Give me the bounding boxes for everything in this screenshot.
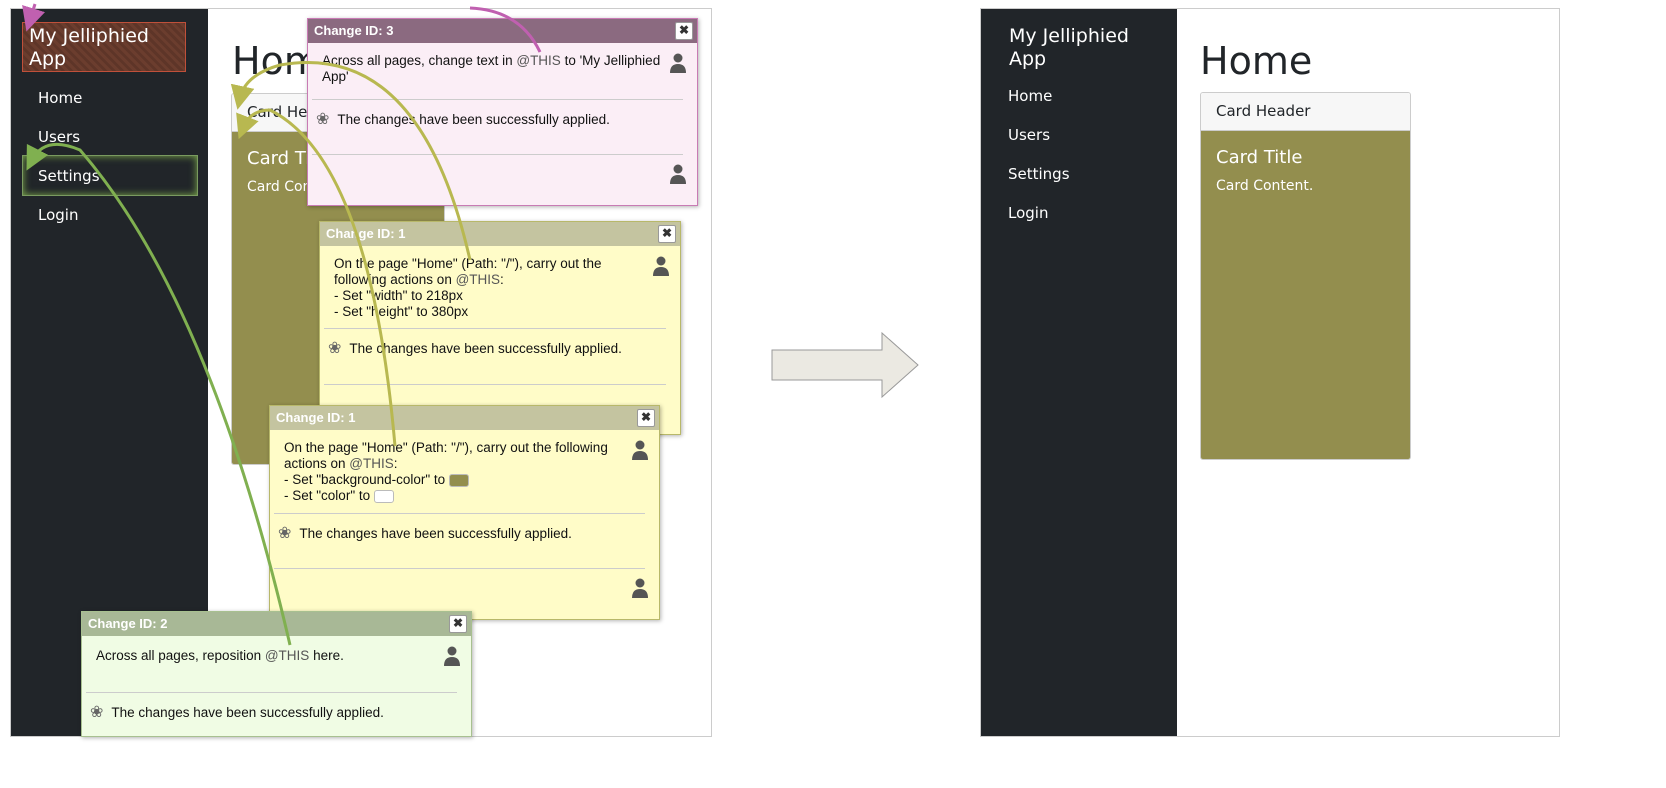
change-message: Across all pages, reposition @THIS here. (96, 648, 344, 663)
status-text: The changes have been successfully appli… (111, 704, 384, 720)
nav-home[interactable]: Home (38, 89, 82, 107)
nav-login[interactable]: Login (38, 206, 78, 224)
sidebar: My Jelliphied App Home Users Settings Lo… (981, 9, 1177, 736)
nav-settings[interactable]: Settings (38, 167, 100, 185)
nav-login[interactable]: Login (1008, 204, 1048, 222)
card-content: Card Content. (1216, 178, 1314, 194)
brand[interactable]: My Jelliphied App (22, 22, 186, 72)
lotus-icon: ❀ (90, 704, 104, 721)
change-message: Across all pages, change text in @THIS t… (322, 53, 661, 84)
user-icon (444, 646, 460, 666)
status-text: The changes have been successfully appli… (349, 340, 622, 356)
lotus-icon: ❀ (328, 340, 342, 357)
lotus-icon: ❀ (278, 525, 292, 542)
status-text: The changes have been successfully appli… (299, 525, 572, 541)
change-id: Change ID: 1 (276, 410, 356, 425)
change-popup-1-size: Change ID: 1 ✖ On the page "Home" (Path: … (319, 221, 681, 435)
close-icon[interactable]: ✖ (675, 22, 693, 40)
change-message: On the page "Home" (Path: "/"), carry ou… (284, 440, 608, 503)
close-icon[interactable]: ✖ (637, 409, 655, 427)
nav-settings[interactable]: Settings (1008, 165, 1070, 183)
user-icon (632, 578, 648, 598)
user-icon (653, 256, 669, 276)
user-icon (670, 53, 686, 73)
card-header: Card Header (1201, 93, 1410, 131)
change-popup-2: Change ID: 2 ✖ Across all pages, repositi… (81, 611, 472, 737)
user-icon (632, 440, 648, 460)
change-id: Change ID: 3 (314, 23, 394, 38)
page-title: Home (1200, 39, 1313, 83)
nav-users[interactable]: Users (1008, 126, 1050, 144)
close-icon[interactable]: ✖ (449, 615, 467, 633)
card-body: Card Title Card Content. (1201, 131, 1410, 459)
change-popup-1-colors: Change ID: 1 ✖ On the page "Home" (Path: … (269, 405, 660, 620)
change-message: On the page "Home" (Path: "/"), carry ou… (334, 256, 602, 319)
color-swatch-white (373, 489, 394, 503)
card: Card Header Card Title Card Content. (1200, 92, 1411, 460)
user-icon (670, 164, 686, 184)
change-id: Change ID: 1 (326, 226, 406, 241)
nav-home[interactable]: Home (1008, 87, 1052, 105)
nav-users[interactable]: Users (38, 128, 80, 146)
transition-arrow-icon (771, 331, 919, 399)
card-title: Card Title (1216, 147, 1303, 168)
color-swatch-olive (448, 473, 469, 487)
status-text: The changes have been successfully appli… (337, 111, 610, 127)
brand[interactable]: My Jelliphied App (1009, 23, 1167, 73)
after-preview: My Jelliphied App Home Users Settings Lo… (980, 8, 1560, 737)
change-popup-3: Change ID: 3 ✖ Across all pages, change t… (307, 18, 698, 206)
change-id: Change ID: 2 (88, 616, 168, 631)
lotus-icon: ❀ (316, 111, 330, 128)
close-icon[interactable]: ✖ (658, 225, 676, 243)
